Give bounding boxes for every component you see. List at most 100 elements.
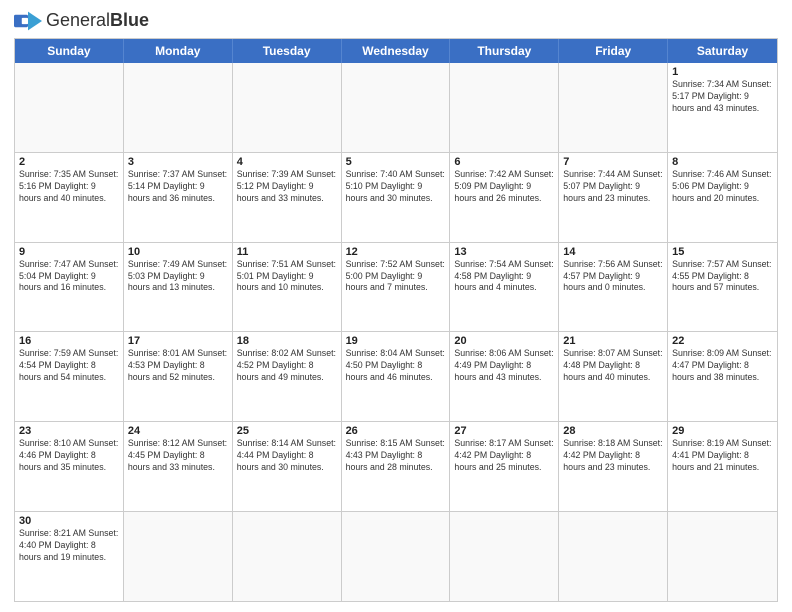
day-number: 7 <box>563 156 663 168</box>
calendar-cell-r2-c0: 9Sunrise: 7:47 AM Sunset: 5:04 PM Daylig… <box>15 243 124 332</box>
calendar-cell-r0-c4 <box>450 63 559 152</box>
calendar: Sunday Monday Tuesday Wednesday Thursday… <box>14 38 778 602</box>
day-info: Sunrise: 7:44 AM Sunset: 5:07 PM Dayligh… <box>563 169 663 205</box>
calendar-cell-r2-c2: 11Sunrise: 7:51 AM Sunset: 5:01 PM Dayli… <box>233 243 342 332</box>
calendar-cell-r3-c1: 17Sunrise: 8:01 AM Sunset: 4:53 PM Dayli… <box>124 332 233 421</box>
calendar-cell-r4-c2: 25Sunrise: 8:14 AM Sunset: 4:44 PM Dayli… <box>233 422 342 511</box>
calendar-cell-r4-c6: 29Sunrise: 8:19 AM Sunset: 4:41 PM Dayli… <box>668 422 777 511</box>
calendar-cell-r0-c6: 1Sunrise: 7:34 AM Sunset: 5:17 PM Daylig… <box>668 63 777 152</box>
calendar-cell-r1-c3: 5Sunrise: 7:40 AM Sunset: 5:10 PM Daylig… <box>342 153 451 242</box>
calendar-cell-r1-c1: 3Sunrise: 7:37 AM Sunset: 5:14 PM Daylig… <box>124 153 233 242</box>
day-number: 9 <box>19 246 119 258</box>
day-number: 22 <box>672 335 773 347</box>
day-info: Sunrise: 8:19 AM Sunset: 4:41 PM Dayligh… <box>672 438 773 474</box>
header-saturday: Saturday <box>668 39 777 63</box>
header: GeneralBlue <box>14 10 778 32</box>
calendar-row-4: 23Sunrise: 8:10 AM Sunset: 4:46 PM Dayli… <box>15 422 777 512</box>
day-number: 28 <box>563 425 663 437</box>
calendar-cell-r5-c1 <box>124 512 233 601</box>
calendar-cell-r1-c5: 7Sunrise: 7:44 AM Sunset: 5:07 PM Daylig… <box>559 153 668 242</box>
day-number: 26 <box>346 425 446 437</box>
calendar-cell-r5-c2 <box>233 512 342 601</box>
day-number: 21 <box>563 335 663 347</box>
calendar-cell-r4-c0: 23Sunrise: 8:10 AM Sunset: 4:46 PM Dayli… <box>15 422 124 511</box>
header-thursday: Thursday <box>450 39 559 63</box>
day-number: 29 <box>672 425 773 437</box>
generalblue-logo-icon <box>14 10 42 32</box>
calendar-cell-r1-c6: 8Sunrise: 7:46 AM Sunset: 5:06 PM Daylig… <box>668 153 777 242</box>
day-info: Sunrise: 8:02 AM Sunset: 4:52 PM Dayligh… <box>237 348 337 384</box>
day-info: Sunrise: 8:04 AM Sunset: 4:50 PM Dayligh… <box>346 348 446 384</box>
calendar-row-3: 16Sunrise: 7:59 AM Sunset: 4:54 PM Dayli… <box>15 332 777 422</box>
day-number: 6 <box>454 156 554 168</box>
day-info: Sunrise: 7:35 AM Sunset: 5:16 PM Dayligh… <box>19 169 119 205</box>
header-tuesday: Tuesday <box>233 39 342 63</box>
day-number: 13 <box>454 246 554 258</box>
header-sunday: Sunday <box>15 39 124 63</box>
day-info: Sunrise: 7:42 AM Sunset: 5:09 PM Dayligh… <box>454 169 554 205</box>
calendar-cell-r0-c3 <box>342 63 451 152</box>
day-info: Sunrise: 8:21 AM Sunset: 4:40 PM Dayligh… <box>19 528 119 564</box>
day-info: Sunrise: 8:18 AM Sunset: 4:42 PM Dayligh… <box>563 438 663 474</box>
header-wednesday: Wednesday <box>342 39 451 63</box>
day-info: Sunrise: 7:57 AM Sunset: 4:55 PM Dayligh… <box>672 259 773 295</box>
day-info: Sunrise: 7:46 AM Sunset: 5:06 PM Dayligh… <box>672 169 773 205</box>
calendar-cell-r3-c5: 21Sunrise: 8:07 AM Sunset: 4:48 PM Dayli… <box>559 332 668 421</box>
calendar-cell-r2-c3: 12Sunrise: 7:52 AM Sunset: 5:00 PM Dayli… <box>342 243 451 332</box>
day-number: 1 <box>672 66 773 78</box>
calendar-cell-r2-c6: 15Sunrise: 7:57 AM Sunset: 4:55 PM Dayli… <box>668 243 777 332</box>
calendar-cell-r2-c1: 10Sunrise: 7:49 AM Sunset: 5:03 PM Dayli… <box>124 243 233 332</box>
day-number: 23 <box>19 425 119 437</box>
calendar-header: Sunday Monday Tuesday Wednesday Thursday… <box>15 39 777 63</box>
day-info: Sunrise: 7:34 AM Sunset: 5:17 PM Dayligh… <box>672 79 773 115</box>
calendar-row-0: 1Sunrise: 7:34 AM Sunset: 5:17 PM Daylig… <box>15 63 777 153</box>
day-number: 16 <box>19 335 119 347</box>
calendar-cell-r1-c4: 6Sunrise: 7:42 AM Sunset: 5:09 PM Daylig… <box>450 153 559 242</box>
day-info: Sunrise: 7:49 AM Sunset: 5:03 PM Dayligh… <box>128 259 228 295</box>
day-info: Sunrise: 7:52 AM Sunset: 5:00 PM Dayligh… <box>346 259 446 295</box>
calendar-cell-r5-c5 <box>559 512 668 601</box>
day-info: Sunrise: 8:06 AM Sunset: 4:49 PM Dayligh… <box>454 348 554 384</box>
day-info: Sunrise: 8:17 AM Sunset: 4:42 PM Dayligh… <box>454 438 554 474</box>
day-info: Sunrise: 7:39 AM Sunset: 5:12 PM Dayligh… <box>237 169 337 205</box>
calendar-cell-r0-c1 <box>124 63 233 152</box>
day-number: 11 <box>237 246 337 258</box>
calendar-cell-r0-c5 <box>559 63 668 152</box>
day-info: Sunrise: 7:56 AM Sunset: 4:57 PM Dayligh… <box>563 259 663 295</box>
day-number: 2 <box>19 156 119 168</box>
calendar-cell-r2-c4: 13Sunrise: 7:54 AM Sunset: 4:58 PM Dayli… <box>450 243 559 332</box>
day-number: 30 <box>19 515 119 527</box>
header-monday: Monday <box>124 39 233 63</box>
day-number: 14 <box>563 246 663 258</box>
day-number: 25 <box>237 425 337 437</box>
calendar-row-2: 9Sunrise: 7:47 AM Sunset: 5:04 PM Daylig… <box>15 243 777 333</box>
day-number: 19 <box>346 335 446 347</box>
calendar-cell-r4-c3: 26Sunrise: 8:15 AM Sunset: 4:43 PM Dayli… <box>342 422 451 511</box>
day-number: 27 <box>454 425 554 437</box>
day-info: Sunrise: 8:01 AM Sunset: 4:53 PM Dayligh… <box>128 348 228 384</box>
header-friday: Friday <box>559 39 668 63</box>
calendar-row-1: 2Sunrise: 7:35 AM Sunset: 5:16 PM Daylig… <box>15 153 777 243</box>
day-info: Sunrise: 7:47 AM Sunset: 5:04 PM Dayligh… <box>19 259 119 295</box>
day-info: Sunrise: 8:15 AM Sunset: 4:43 PM Dayligh… <box>346 438 446 474</box>
day-number: 4 <box>237 156 337 168</box>
day-number: 5 <box>346 156 446 168</box>
calendar-cell-r4-c5: 28Sunrise: 8:18 AM Sunset: 4:42 PM Dayli… <box>559 422 668 511</box>
day-info: Sunrise: 7:37 AM Sunset: 5:14 PM Dayligh… <box>128 169 228 205</box>
day-number: 10 <box>128 246 228 258</box>
calendar-body: 1Sunrise: 7:34 AM Sunset: 5:17 PM Daylig… <box>15 63 777 601</box>
calendar-cell-r1-c0: 2Sunrise: 7:35 AM Sunset: 5:16 PM Daylig… <box>15 153 124 242</box>
day-number: 12 <box>346 246 446 258</box>
page: GeneralBlue Sunday Monday Tuesday Wednes… <box>0 0 792 612</box>
calendar-cell-r0-c2 <box>233 63 342 152</box>
calendar-cell-r3-c4: 20Sunrise: 8:06 AM Sunset: 4:49 PM Dayli… <box>450 332 559 421</box>
day-number: 17 <box>128 335 228 347</box>
day-number: 24 <box>128 425 228 437</box>
calendar-cell-r5-c0: 30Sunrise: 8:21 AM Sunset: 4:40 PM Dayli… <box>15 512 124 601</box>
day-number: 18 <box>237 335 337 347</box>
day-info: Sunrise: 8:12 AM Sunset: 4:45 PM Dayligh… <box>128 438 228 474</box>
calendar-cell-r1-c2: 4Sunrise: 7:39 AM Sunset: 5:12 PM Daylig… <box>233 153 342 242</box>
day-number: 3 <box>128 156 228 168</box>
day-number: 15 <box>672 246 773 258</box>
calendar-cell-r3-c2: 18Sunrise: 8:02 AM Sunset: 4:52 PM Dayli… <box>233 332 342 421</box>
